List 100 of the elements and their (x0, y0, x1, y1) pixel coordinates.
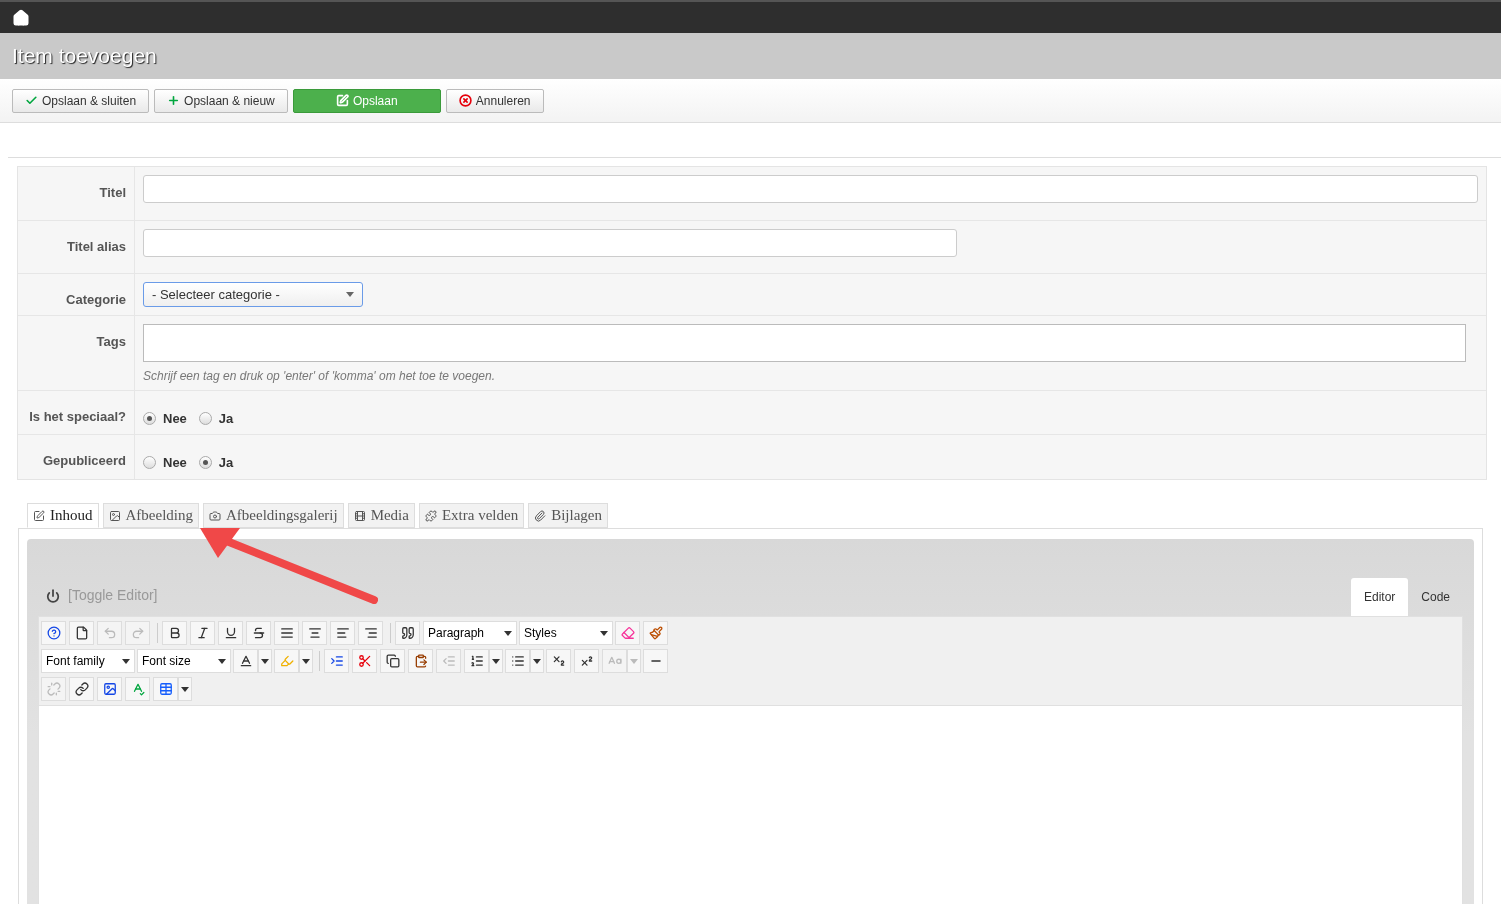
action-button[interactable]: Opslaan & sluiten (12, 88, 150, 113)
radio-label: Nee (163, 454, 187, 472)
caret-icon (504, 630, 512, 636)
caret-icon (218, 658, 226, 664)
format-dropdown[interactable]: Font size (137, 649, 231, 673)
text-field[interactable] (143, 229, 957, 257)
toolbar-button[interactable] (162, 621, 187, 645)
radio-label: Nee (163, 410, 187, 428)
copy-icon (385, 654, 400, 668)
radio-label: Ja (218, 410, 234, 428)
toolbar-button[interactable] (380, 649, 405, 673)
undo-icon (102, 626, 117, 640)
paperclip-icon (534, 509, 547, 522)
align-justify-icon (279, 626, 294, 640)
caret-icon (261, 658, 269, 664)
field-label: Gepubliceerd (42, 452, 126, 470)
edit-icon (33, 509, 45, 522)
toolbar-button[interactable] (246, 621, 271, 645)
toolbar-button[interactable] (233, 649, 258, 673)
home-icon[interactable] (12, 8, 30, 27)
tab[interactable]: Inhoud (27, 503, 99, 528)
image-icon (102, 682, 117, 696)
field-label: Categorie (66, 291, 126, 309)
tab[interactable]: Media (347, 503, 415, 528)
toolbar-button[interactable] (274, 621, 299, 645)
puzzle-icon (424, 509, 437, 522)
dropdown-toggle[interactable] (489, 649, 503, 673)
dropdown-toggle[interactable] (258, 649, 272, 673)
caret-icon (181, 686, 189, 692)
tab[interactable]: Afbeelding (102, 503, 199, 528)
radio-button[interactable] (143, 456, 156, 470)
caret-icon (302, 658, 310, 664)
field-label: Titel alias (67, 238, 126, 256)
toolbar-button[interactable] (574, 649, 599, 673)
toolbar-button[interactable] (190, 621, 215, 645)
action-button[interactable]: Opslaan & nieuw (154, 88, 288, 113)
blockquote-icon (400, 626, 415, 640)
toolbar-button[interactable] (41, 621, 66, 645)
outdent-icon (441, 654, 456, 668)
tags-field[interactable] (143, 324, 1466, 362)
page-title: Item toevoegen (12, 43, 157, 70)
toolbar-button[interactable] (218, 621, 243, 645)
tab[interactable]: Extra velden (418, 503, 525, 528)
dropdown-toggle[interactable] (299, 649, 313, 673)
toolbar-button[interactable] (69, 677, 94, 701)
editor-mode-tab[interactable]: Code (1408, 578, 1463, 616)
caret-icon (346, 292, 354, 297)
align-center-icon (307, 626, 322, 640)
action-button[interactable]: Annuleren (445, 88, 544, 113)
text-color-icon (238, 654, 253, 668)
italic-icon (195, 626, 210, 640)
field-label: Is het speciaal? (29, 408, 126, 426)
paste-icon (413, 654, 428, 668)
tab[interactable]: Afbeeldingsgalerij (203, 503, 344, 528)
toolbar-button[interactable] (505, 649, 530, 673)
category-select[interactable]: - Selecteer categorie - (143, 282, 363, 307)
toolbar-button[interactable] (408, 649, 433, 673)
radio-button[interactable] (143, 412, 156, 426)
format-dropdown[interactable]: Styles (519, 621, 613, 645)
camera-icon (209, 509, 221, 522)
film-icon (353, 509, 366, 522)
strikethrough-icon (251, 626, 266, 640)
unlink-icon (46, 682, 61, 696)
align-right-icon (363, 626, 378, 640)
subscript-icon (551, 654, 566, 668)
radio-button[interactable] (198, 412, 212, 426)
text-field[interactable] (143, 175, 1478, 203)
toolbar-button[interactable] (643, 649, 668, 673)
radio-button[interactable] (198, 456, 212, 470)
image-icon (108, 509, 121, 522)
link-icon (74, 682, 89, 696)
toolbar-button[interactable] (302, 621, 327, 645)
indent-icon (329, 654, 344, 668)
toolbar-button[interactable] (69, 621, 94, 645)
toolbar-button[interactable] (97, 677, 122, 701)
new-document-icon (74, 626, 89, 640)
format-dropdown[interactable]: Paragraph (423, 621, 517, 645)
caret-icon (492, 658, 500, 664)
dropdown-toggle[interactable] (627, 649, 641, 673)
toolbar-button[interactable] (395, 621, 420, 645)
help-icon (46, 626, 61, 640)
eraser-icon (620, 626, 635, 640)
help-text: Schrijf een tag en druk op 'enter' of 'komma' om het toe te voegen. (143, 368, 497, 385)
toolbar-button[interactable] (358, 621, 383, 645)
dropdown-toggle[interactable] (178, 677, 192, 701)
bullet-list-icon (510, 654, 525, 668)
editor-mode-tab[interactable]: Editor (1350, 578, 1409, 616)
toolbar-button[interactable] (546, 649, 571, 673)
cancel-icon (458, 94, 472, 107)
tab[interactable]: Bijlagen (528, 503, 608, 528)
power-icon (46, 588, 60, 603)
radio-label: Ja (218, 454, 234, 472)
scissors-icon (357, 654, 372, 668)
edit-icon (335, 94, 349, 107)
toolbar-button[interactable] (464, 649, 489, 673)
dropdown-toggle[interactable] (530, 649, 544, 673)
table-icon (158, 682, 173, 696)
toolbar-button[interactable] (330, 621, 355, 645)
format-dropdown[interactable]: Font family (41, 649, 135, 673)
caret-icon (600, 630, 608, 636)
